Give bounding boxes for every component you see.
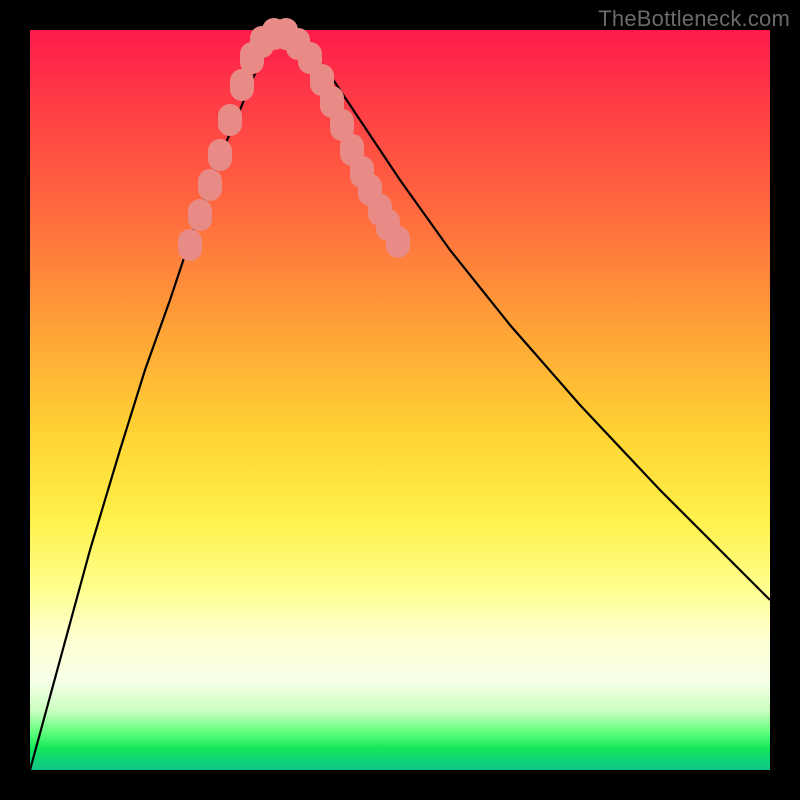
data-dots-layer [30,30,770,770]
plot-area [30,30,770,770]
data-dot [386,226,410,258]
data-dot [208,139,232,171]
data-dot [198,169,222,201]
watermark-text: TheBottleneck.com [598,6,790,32]
data-dot [188,199,212,231]
chart-frame: TheBottleneck.com [0,0,800,800]
data-dot [218,104,242,136]
data-dot [178,229,202,261]
